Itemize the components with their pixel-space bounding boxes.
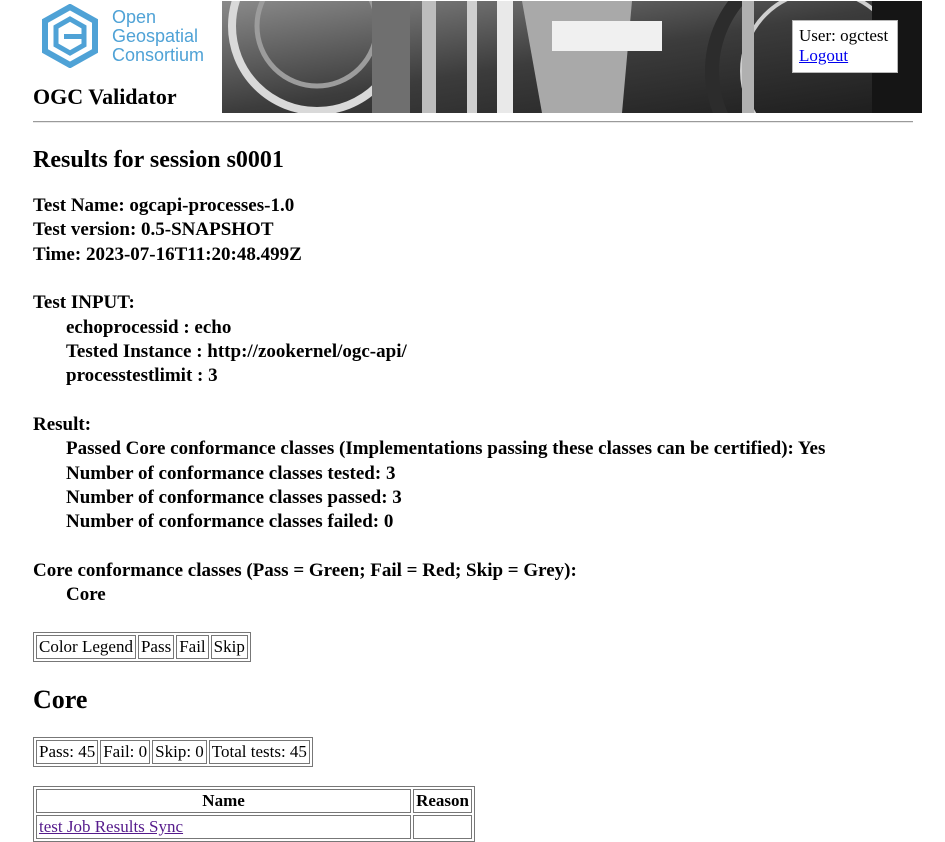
result-line: Number of conformance classes tested: 3 <box>66 462 396 484</box>
legend-cell: Color Legend <box>36 635 136 659</box>
legend-skip: Skip <box>210 635 248 659</box>
page-title: Results for session s0001 <box>33 147 284 173</box>
core-results-table: Name Reason test Job Results Sync <box>33 786 475 842</box>
core-class-item: Core <box>66 584 106 606</box>
reason-cell <box>413 815 472 839</box>
ogc-hexagon-icon <box>42 3 98 69</box>
session-results: Results for session s0001 Test Name: ogc… <box>33 140 923 608</box>
logo-text-line: Open <box>112 7 157 27</box>
logo-text-line: Consortium <box>112 45 205 65</box>
test-input-param: echoprocessid : echo <box>66 316 232 338</box>
core-section-title: Core <box>33 685 88 714</box>
core-summary-table: Pass: 45 Fail: 0 Skip: 0 Total tests: 45 <box>33 737 313 767</box>
test-input-list: echoprocessid : echo Tested Instance : h… <box>33 316 923 389</box>
column-header-name: Name <box>36 789 412 813</box>
user-box: User: ogctest Logout <box>792 20 898 73</box>
summary-skip: Skip: 0 <box>152 740 207 764</box>
logo-text-line: Geospatial <box>112 26 199 46</box>
summary-fail: Fail: 0 <box>100 740 151 764</box>
test-input-heading: Test INPUT: <box>33 292 135 314</box>
test-name: Test Name: ogcapi-processes-1.0 <box>33 195 295 216</box>
ogc-logo: Open Geospatial Consortium <box>38 3 238 69</box>
result-line: Passed Core conformance classes (Impleme… <box>66 438 826 460</box>
header-divider <box>33 121 913 123</box>
column-header-reason: Reason <box>413 789 472 813</box>
summary-pass: Pass: 45 <box>36 740 99 764</box>
app-title: OGC Validator <box>33 84 177 109</box>
result-heading: Result: <box>33 413 92 435</box>
logout-link[interactable]: Logout <box>799 46 848 65</box>
legend-pass: Pass <box>137 635 175 659</box>
table-row: test Job Results Sync <box>36 815 472 839</box>
test-link[interactable]: test Job Results Sync <box>39 817 183 836</box>
user-label: User: ogctest <box>799 26 889 45</box>
core-classes-list: Core <box>33 583 923 607</box>
result-list: Passed Core conformance classes (Impleme… <box>33 437 923 535</box>
summary-total: Total tests: 45 <box>208 740 310 764</box>
result-line: Number of conformance classes failed: 0 <box>66 511 394 533</box>
test-name-cell: test Job Results Sync <box>36 815 412 839</box>
header: Open Geospatial Consortium OGC Validator <box>0 0 945 124</box>
result-line: Number of conformance classes passed: 3 <box>66 487 402 509</box>
test-input-param: processtestlimit : 3 <box>66 365 218 387</box>
color-legend-table: Color Legend Pass Fail Skip <box>33 632 251 662</box>
core-classes-heading: Core conformance classes (Pass = Green; … <box>33 559 577 581</box>
test-time: Time: 2023-07-16T11:20:48.499Z <box>33 243 302 265</box>
logo-text: Open Geospatial Consortium <box>112 8 204 65</box>
test-input-param: Tested Instance : http://zookernel/ogc-a… <box>66 341 407 363</box>
test-version: Test version: 0.5-SNAPSHOT <box>33 219 274 241</box>
legend-fail: Fail <box>176 635 209 659</box>
